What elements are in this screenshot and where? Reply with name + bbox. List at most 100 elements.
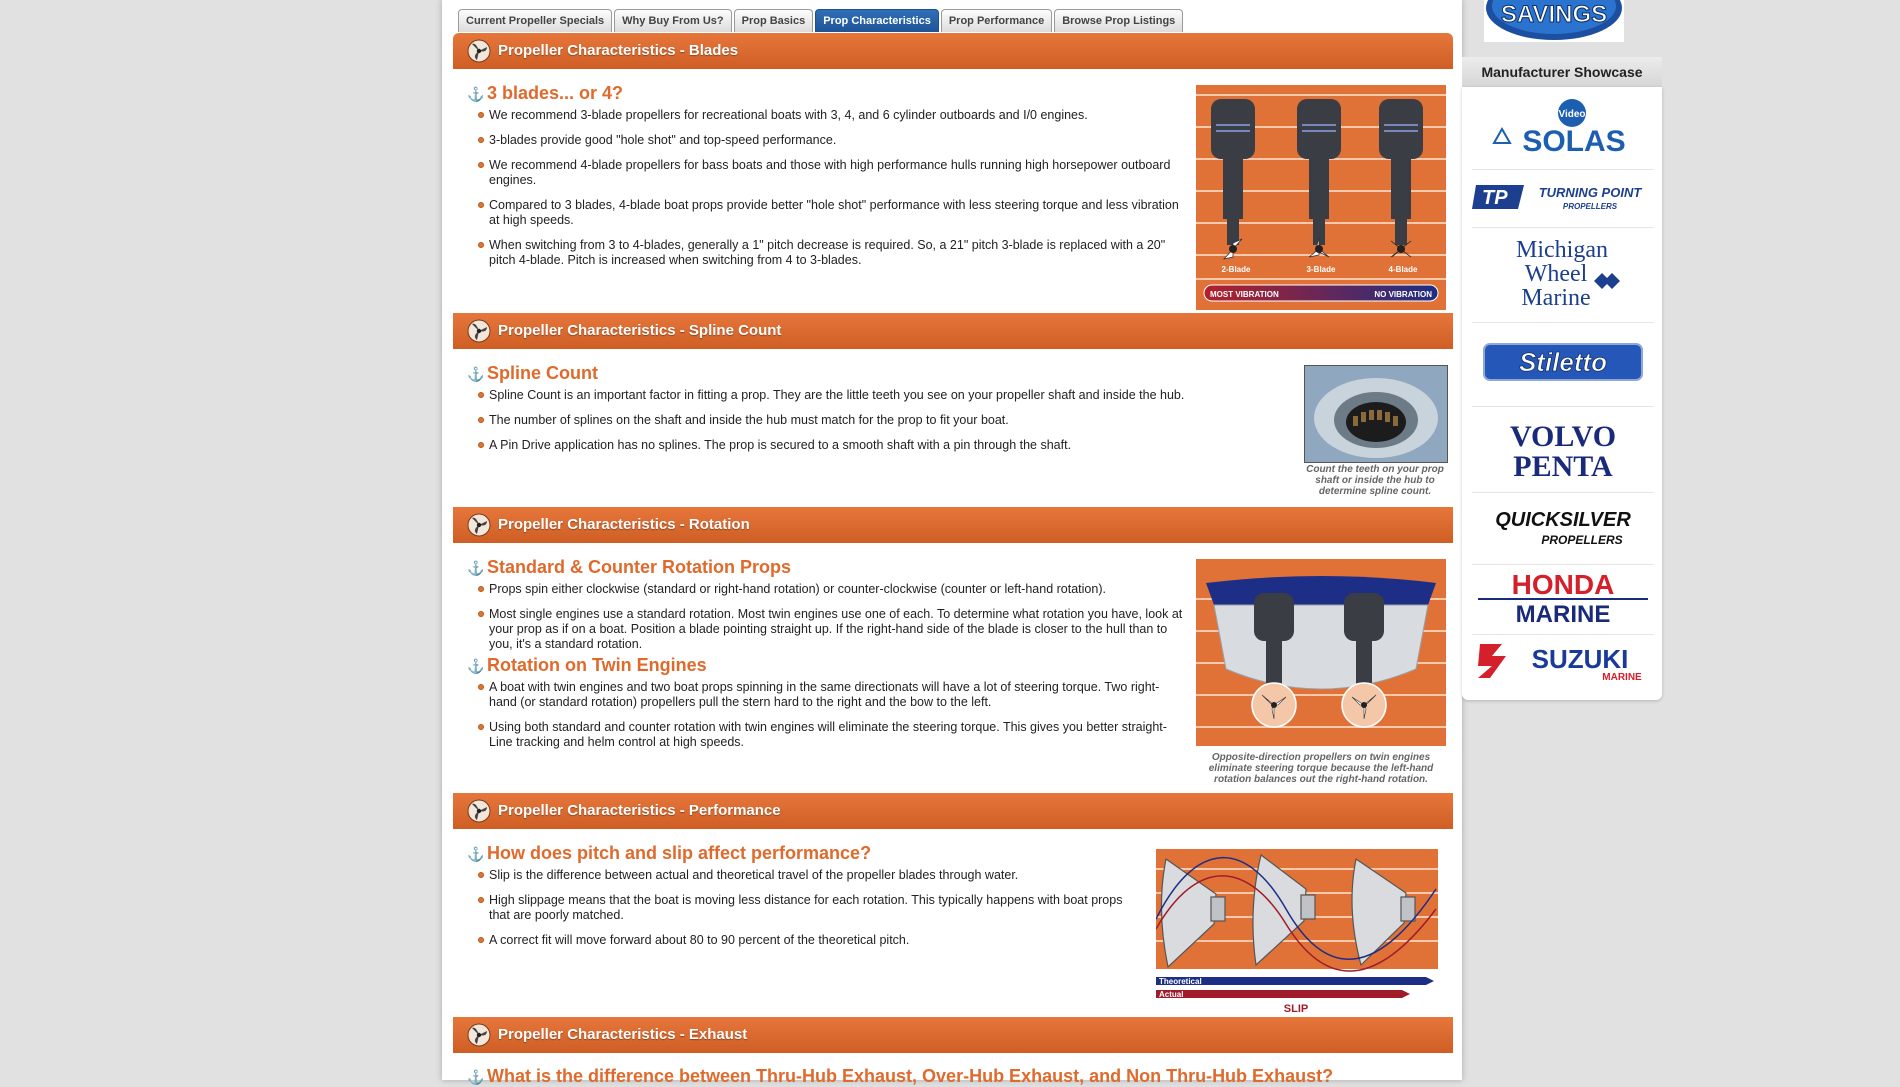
list-item: We recommend 3-blade propellers for recr…: [467, 108, 1183, 123]
stiletto-logo: Stiletto: [1483, 343, 1643, 381]
blades-vibration-figure: 2-Blade 3-Blade 4-Blade MOST VIBRATION N…: [1196, 85, 1446, 310]
svg-text:TP: TP: [1482, 187, 1508, 209]
solas-video-badge: Video: [1558, 109, 1585, 120]
volvo-line-2: PENTA: [1513, 450, 1613, 483]
michigan-line-2: Wheel: [1525, 261, 1588, 287]
list-item: Compared to 3 blades, 4-blade boat props…: [467, 198, 1183, 228]
section-header-spline: Propeller Characteristics - Spline Count: [453, 313, 1453, 349]
brand-turning-point[interactable]: TP TURNING POINT PROPELLERS: [1472, 169, 1654, 228]
list-item: Slip is the difference between actual an…: [467, 868, 1143, 883]
solas-logo: Video SOLAS: [1492, 99, 1626, 158]
anchor-icon: ⚓: [467, 846, 485, 862]
list-item: High slippage means that the boat is mov…: [467, 893, 1143, 923]
list-item: The number of splines on the shaft and i…: [467, 413, 1287, 428]
section-title: Propeller Characteristics - Blades: [498, 42, 739, 59]
theoretical-label: Theoretical: [1159, 977, 1202, 986]
brand-volvo-penta[interactable]: VOLVO PENTA: [1472, 406, 1654, 493]
brand-quicksilver[interactable]: QUICKSILVER PROPELLERS: [1472, 492, 1654, 565]
propeller-icon: [467, 319, 491, 343]
honda-line-1: HONDA: [1512, 569, 1615, 600]
anchor-icon: ⚓: [467, 1069, 485, 1085]
spline-list: Spline Count is an important factor in f…: [467, 388, 1287, 463]
twin-engines-list: A boat with twin engines and two boat pr…: [467, 680, 1183, 760]
list-item: Using both standard and counter rotation…: [467, 720, 1183, 750]
quicksilver-sub: PROPELLERS: [1541, 533, 1622, 547]
tab-prop-basics[interactable]: Prop Basics: [733, 9, 814, 32]
stiletto-wordmark: Stiletto: [1519, 347, 1607, 377]
blades-list: We recommend 3-blade propellers for recr…: [467, 108, 1183, 278]
blades-heading: ⚓ 3 blades... or 4?: [467, 83, 624, 103]
vibration-bar-right-label: NO VIBRATION: [1374, 290, 1432, 299]
turning-point-logo: TP TURNING POINT PROPELLERS: [1472, 185, 1643, 211]
brand-stiletto[interactable]: Stiletto: [1472, 322, 1654, 407]
suzuki-logo: SUZUKI MARINE: [1478, 644, 1642, 683]
propeller-icon: [467, 39, 491, 63]
brand-list: Video SOLAS TP TURNING POINT PROPELLERS …: [1462, 87, 1662, 700]
tab-prop-characteristics[interactable]: Prop Characteristics: [815, 9, 939, 32]
tab-browse-listings[interactable]: Browse Prop Listings: [1054, 9, 1184, 32]
spline-hub-illustration: [1305, 366, 1447, 462]
section-header-rotation: Propeller Characteristics - Rotation: [453, 507, 1453, 543]
propeller-icon: [467, 513, 491, 537]
suzuki-wordmark: SUZUKI: [1532, 644, 1629, 674]
quicksilver-wordmark: QUICKSILVER: [1495, 509, 1631, 531]
anchor-icon: ⚓: [467, 86, 485, 102]
anchor-icon: ⚓: [467, 560, 485, 576]
turning-point-wordmark: TURNING POINT: [1539, 185, 1643, 200]
actual-label: Actual: [1159, 990, 1183, 999]
tab-prop-performance[interactable]: Prop Performance: [940, 9, 1053, 32]
spline-caption: Count the teeth on your prop shaft or in…: [1306, 464, 1444, 497]
outboard-engines-illustration: 2-Blade 3-Blade 4-Blade MOST VIBRATION N…: [1196, 85, 1446, 310]
tab-bar: Current Propeller Specials Why Buy From …: [458, 9, 1184, 33]
volvo-line-1: VOLVO: [1510, 420, 1616, 453]
twin-engines-heading: ⚓ Rotation on Twin Engines: [467, 655, 707, 675]
savings-text: SAVINGS: [1501, 1, 1607, 28]
tab-current-specials[interactable]: Current Propeller Specials: [458, 9, 613, 32]
section-header-performance: Propeller Characteristics - Performance: [453, 793, 1453, 829]
list-item: A Pin Drive application has no splines. …: [467, 438, 1287, 453]
list-item: Props spin either clockwise (standard or…: [467, 582, 1183, 597]
brand-solas[interactable]: Video SOLAS: [1472, 93, 1654, 170]
performance-list: Slip is the difference between actual an…: [467, 868, 1143, 958]
rotation-caption: Opposite-direction propellers on twin en…: [1208, 752, 1434, 785]
figure-label-3-blade: 3-Blade: [1307, 265, 1336, 274]
list-item: 3-blades provide good "hole shot" and to…: [467, 133, 1183, 148]
anchor-icon: ⚓: [467, 366, 485, 382]
list-item: Spline Count is an important factor in f…: [467, 388, 1287, 403]
propeller-icon: [467, 1023, 491, 1047]
solas-wordmark: SOLAS: [1522, 125, 1625, 158]
rotation-list: Props spin either clockwise (standard or…: [467, 582, 1183, 652]
brand-suzuki[interactable]: SUZUKI MARINE: [1472, 634, 1654, 694]
tab-why-buy[interactable]: Why Buy From Us?: [614, 9, 732, 32]
list-item: We recommend 4-blade propellers for bass…: [467, 158, 1183, 188]
spline-heading: ⚓ Spline Count: [467, 363, 598, 383]
propeller-icon: [467, 799, 491, 823]
honda-marine-logo: HONDA MARINE: [1478, 569, 1648, 628]
honda-line-2: MARINE: [1516, 601, 1611, 628]
anchor-icon: ⚓: [467, 658, 485, 674]
list-item: Most single engines use a standard rotat…: [467, 607, 1183, 652]
section-title: Propeller Characteristics - Exhaust: [498, 1026, 748, 1043]
page-container: Current Propeller Specials Why Buy From …: [442, 0, 1462, 1086]
twin-engine-boat-illustration: [1196, 559, 1446, 746]
performance-heading: ⚓ How does pitch and slip affect performa…: [467, 843, 872, 863]
section-title: Propeller Characteristics - Performance: [498, 802, 781, 819]
savings-banner[interactable]: SAVINGS: [1484, 0, 1624, 42]
brand-michigan-wheel[interactable]: Michigan Wheel Marine: [1472, 227, 1654, 323]
michigan-wheel-logo: Michigan Wheel Marine: [1516, 237, 1620, 311]
slip-label: SLIP: [1284, 1003, 1308, 1015]
section-header-exhaust: Propeller Characteristics - Exhaust: [453, 1017, 1453, 1053]
vibration-bar-left-label: MOST VIBRATION: [1210, 290, 1279, 299]
brand-honda-marine[interactable]: HONDA MARINE: [1472, 564, 1654, 635]
rotation-heading: ⚓ Standard & Counter Rotation Props: [467, 557, 792, 577]
volvo-penta-logo: VOLVO PENTA: [1510, 420, 1616, 483]
quicksilver-logo: QUICKSILVER PROPELLERS: [1495, 509, 1631, 547]
section-title: Propeller Characteristics - Rotation: [498, 516, 750, 533]
michigan-line-3: Marine: [1521, 285, 1590, 311]
figure-label-2-blade: 2-Blade: [1222, 265, 1251, 274]
manufacturer-showcase-title: Manufacturer Showcase: [1462, 57, 1662, 87]
suzuki-sub: MARINE: [1602, 672, 1642, 683]
section-header-blades: Propeller Characteristics - Blades: [453, 33, 1453, 69]
michigan-line-1: Michigan: [1516, 237, 1608, 263]
sidebar: SAVINGS Manufacturer Showcase Video SOLA…: [1462, 0, 1662, 700]
